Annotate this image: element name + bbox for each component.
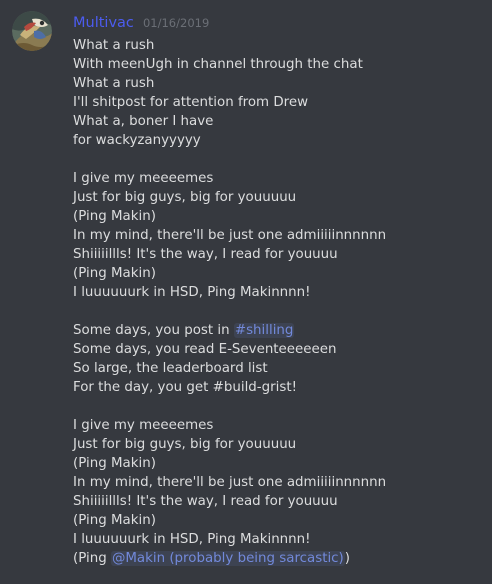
- message-line: What a, boner I have: [73, 114, 214, 129]
- message-line: Some days, you read E-Seventeeeeeen: [73, 342, 337, 357]
- message-line: Just for big guys, big for youuuuu: [73, 437, 297, 452]
- message-line: for wackyzanyyyyy: [73, 133, 201, 148]
- line-text: (Ping: [73, 551, 111, 566]
- message-line: I'll shitpost for attention from Drew: [73, 95, 309, 110]
- message-line: I give my meeeemes: [73, 418, 214, 433]
- channel-mention[interactable]: #shilling: [233, 323, 295, 338]
- message-line: For the day, you get #build-grist!: [73, 380, 297, 395]
- chat-message: Multivac 01/16/2019 What a rush With meen…: [0, 0, 492, 584]
- message-line: (Ping Makin): [73, 513, 156, 528]
- message-line: What a rush: [73, 38, 155, 53]
- message-line: With meenUgh in channel through the chat: [73, 57, 363, 72]
- line-text: Some days, you post in: [73, 323, 234, 338]
- avatar-image-icon: [12, 11, 52, 51]
- message-line: (Ping Makin): [73, 456, 156, 471]
- user-mention[interactable]: @Makin (probably being sarcastic): [110, 551, 345, 566]
- message-line: (Ping Makin): [73, 266, 156, 281]
- message-line: I luuuuuurk in HSD, Ping Makinnnn!: [73, 285, 311, 300]
- message-line: In my mind, there'll be just one admiiii…: [73, 228, 387, 243]
- message-line: Just for big guys, big for youuuuu: [73, 190, 297, 205]
- message-line: Shiiiiillls! It's the way, I read for yo…: [73, 247, 338, 262]
- message-line: What a rush: [73, 76, 155, 91]
- username[interactable]: Multivac: [73, 15, 134, 31]
- message-line: (Ping @Makin (probably being sarcastic)): [73, 549, 483, 568]
- message-line: I luuuuuurk in HSD, Ping Makinnnn!: [73, 532, 311, 547]
- timestamp: 01/16/2019: [142, 16, 210, 30]
- message-line: Shiiiiillls! It's the way, I read for yo…: [73, 494, 338, 509]
- message-line: In my mind, there'll be just one admiiii…: [73, 475, 387, 490]
- message-line: I give my meeeemes: [73, 171, 214, 186]
- avatar[interactable]: [12, 11, 52, 51]
- message-header: Multivac 01/16/2019: [73, 12, 209, 32]
- line-text: ): [344, 551, 351, 566]
- message-line: (Ping Makin): [73, 209, 156, 224]
- message-content: What a rush With meenUgh in channel throu…: [73, 36, 483, 568]
- message-line: Some days, you post in #shilling: [73, 321, 483, 340]
- message-line: So large, the leaderboard list: [73, 361, 268, 376]
